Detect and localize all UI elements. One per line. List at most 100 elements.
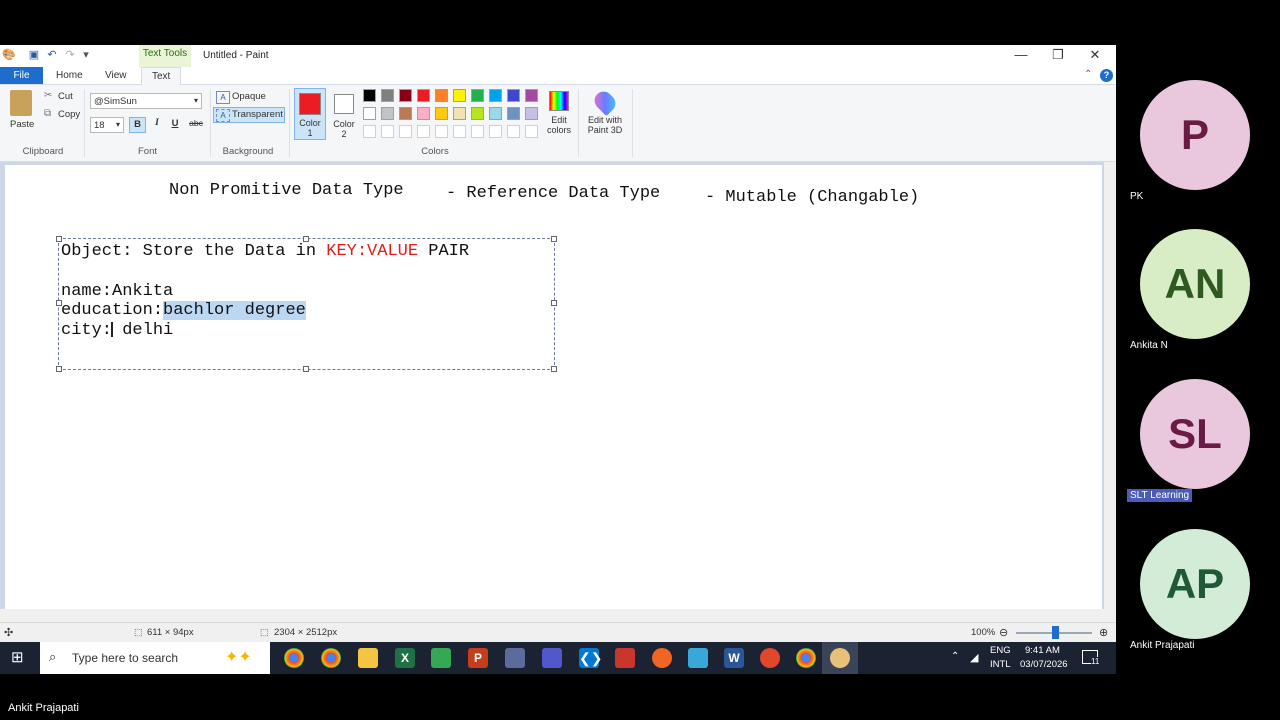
palette-swatch[interactable] [525, 107, 538, 120]
palette-swatch-empty[interactable] [525, 125, 538, 138]
object-definition-line: Object: Store the Data in KEY:VALUE PAIR [61, 242, 469, 261]
canvas-workspace[interactable]: Non Promitive Data Type - Reference Data… [0, 162, 1116, 622]
palette-swatch[interactable] [363, 89, 376, 102]
zoom-out-icon[interactable]: ⊖ [999, 626, 1008, 639]
italic-button[interactable]: I [150, 118, 164, 128]
file-explorer-icon[interactable] [358, 648, 378, 668]
resize-handle[interactable] [56, 366, 62, 372]
vscode-icon[interactable]: ❮❯ [579, 648, 602, 668]
color1-button[interactable]: Color 1 [294, 88, 326, 140]
paste-icon[interactable] [10, 90, 32, 116]
minimize-button[interactable]: — [1003, 45, 1039, 67]
excel-icon[interactable]: X [395, 648, 415, 668]
resize-handle[interactable] [303, 366, 309, 372]
underline-button[interactable]: U [168, 118, 182, 129]
palette-swatch[interactable] [471, 89, 484, 102]
resize-handle[interactable] [551, 236, 557, 242]
collapse-ribbon-icon[interactable]: ⌃ [1084, 69, 1092, 80]
powerpoint-icon[interactable]: P [468, 648, 488, 668]
palette-swatch[interactable] [399, 107, 412, 120]
zoom-in-icon[interactable]: ⊕ [1099, 626, 1108, 639]
palette-swatch[interactable] [417, 107, 430, 120]
app-icon[interactable] [615, 648, 635, 668]
app-icon[interactable] [688, 648, 708, 668]
paint-taskbar-button[interactable] [822, 642, 858, 674]
palette-swatch[interactable] [507, 107, 520, 120]
palette-swatch[interactable] [453, 107, 466, 120]
bold-button[interactable]: B [129, 117, 146, 133]
tab-text[interactable]: Text [141, 67, 182, 85]
palette-swatch-empty[interactable] [453, 125, 466, 138]
transparent-button[interactable]: A Transparent [213, 107, 285, 123]
teams-icon[interactable] [542, 648, 562, 668]
palette-swatch-empty[interactable] [507, 125, 520, 138]
font-size-select[interactable]: 18 ▾ [90, 117, 124, 133]
title-bar: 🎨 ▣ ↶ ↷ ▾ Text Tools Untitled - Paint — … [0, 45, 1116, 67]
tab-view[interactable]: View [95, 67, 137, 84]
windows-start-icon[interactable]: ⊞ [11, 650, 27, 666]
paste-button[interactable]: Paste [10, 119, 34, 130]
zoom-slider-thumb[interactable] [1052, 626, 1059, 639]
palette-swatch-empty[interactable] [417, 125, 430, 138]
palette-swatch[interactable] [381, 107, 394, 120]
font-family-select[interactable]: @SimSun ▾ [90, 93, 202, 109]
postman-icon[interactable] [652, 648, 672, 668]
resize-handle[interactable] [551, 300, 557, 306]
palette-swatch-empty[interactable] [363, 125, 376, 138]
palette-swatch[interactable] [399, 89, 412, 102]
quick-access-dropdown-icon[interactable]: ▾ [80, 49, 92, 61]
restore-button[interactable]: ❐ [1040, 45, 1076, 67]
chrome-icon[interactable] [321, 648, 341, 668]
palette-swatch[interactable] [381, 89, 394, 102]
app-icon[interactable] [505, 648, 525, 668]
horizontal-scrollbar[interactable] [0, 609, 1104, 622]
undo-icon[interactable]: ↶ [46, 49, 58, 61]
palette-swatch-empty[interactable] [435, 125, 448, 138]
redo-icon[interactable]: ↷ [64, 49, 76, 61]
edit-colors-button[interactable]: Edit colors [545, 89, 573, 141]
paint-app-icon[interactable]: 🎨 [2, 49, 16, 61]
cut-button[interactable]: Cut [58, 91, 73, 102]
palette-swatch-empty[interactable] [399, 125, 412, 138]
palette-swatch[interactable] [471, 107, 484, 120]
tab-home[interactable]: Home [46, 67, 93, 84]
chrome-icon[interactable] [284, 648, 304, 668]
chrome-icon[interactable] [796, 648, 816, 668]
tab-file[interactable]: File [0, 67, 43, 84]
palette-swatch-empty[interactable] [381, 125, 394, 138]
color2-button[interactable]: Color 2 [329, 88, 359, 140]
resize-handle[interactable] [551, 366, 557, 372]
palette-swatch[interactable] [435, 89, 448, 102]
chevron-up-icon[interactable]: ⌃ [951, 651, 959, 662]
text-box-selection[interactable]: Object: Store the Data in KEY:VALUE PAIR… [56, 236, 557, 372]
palette-swatch[interactable] [507, 89, 520, 102]
palette-swatch[interactable] [435, 107, 448, 120]
palette-swatch[interactable] [489, 89, 502, 102]
palette-swatch[interactable] [417, 89, 430, 102]
canvas-size-icon: ⬚ [260, 627, 269, 637]
sheet-app-icon[interactable] [431, 648, 451, 668]
palette-swatch-empty[interactable] [489, 125, 502, 138]
keyboard-layout[interactable]: INTL [990, 659, 1011, 670]
strikethrough-button[interactable]: abc [187, 118, 205, 128]
help-icon[interactable]: ? [1100, 69, 1113, 82]
palette-swatch-empty[interactable] [471, 125, 484, 138]
close-button[interactable]: ✕ [1077, 45, 1113, 67]
edit-with-paint3d-button[interactable]: Edit with Paint 3D [582, 87, 628, 141]
language-code[interactable]: ENG [990, 645, 1011, 656]
opaque-button[interactable]: A Opaque [214, 89, 284, 105]
save-icon[interactable]: ▣ [28, 49, 40, 61]
palette-swatch[interactable] [489, 107, 502, 120]
palette-swatch[interactable] [363, 107, 376, 120]
palette-swatch[interactable] [453, 89, 466, 102]
clock-time[interactable]: 9:41 AM [1025, 645, 1060, 656]
word-icon[interactable]: W [724, 648, 744, 668]
app-icon[interactable] [760, 648, 780, 668]
palette-swatch[interactable] [525, 89, 538, 102]
vertical-scrollbar[interactable] [1104, 162, 1116, 622]
network-icon[interactable]: ◢ [970, 651, 978, 664]
clock-date[interactable]: 03/07/2026 [1020, 659, 1068, 670]
copy-button[interactable]: Copy [58, 109, 80, 120]
search-box[interactable]: ⌕ Type here to search ✦✦ [40, 642, 270, 674]
drawing-canvas[interactable]: Non Promitive Data Type - Reference Data… [5, 165, 1102, 609]
